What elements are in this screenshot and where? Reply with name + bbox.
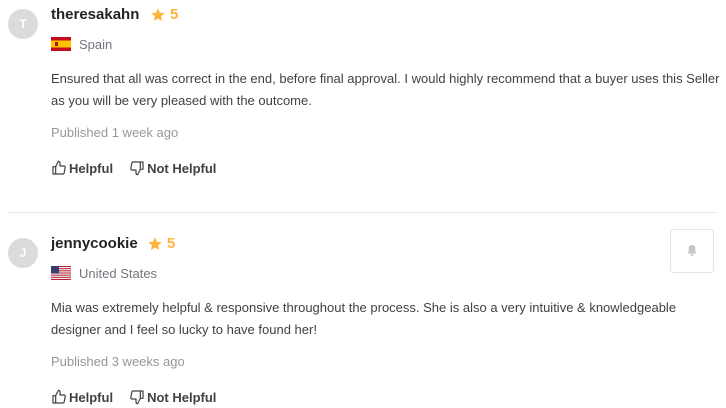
rating: 5 (150, 6, 178, 23)
helpful-row: Helpful Not Helpful (51, 160, 216, 176)
helpful-button[interactable]: Helpful (51, 389, 113, 405)
not-helpful-label: Not Helpful (147, 160, 217, 176)
published-date: Published 3 weeks ago (51, 354, 185, 369)
thumbs-up-icon (52, 389, 66, 404)
thumbs-down-icon (130, 390, 144, 405)
rating-value: 5 (170, 6, 179, 23)
username[interactable]: theresakahn (51, 6, 139, 23)
avatar-letter: J (19, 246, 27, 260)
thumbs-up-icon (52, 160, 66, 175)
rating: 5 (147, 235, 175, 252)
helpful-label: Helpful (69, 160, 114, 176)
star-icon (151, 7, 165, 21)
helpful-label: Helpful (69, 389, 114, 405)
not-helpful-button[interactable]: Not Helpful (129, 160, 216, 176)
floating-side-button[interactable] (670, 229, 714, 273)
avatar[interactable]: J (8, 238, 38, 268)
star-icon (148, 236, 162, 250)
not-helpful-button[interactable]: Not Helpful (129, 389, 216, 405)
us-flag-icon (51, 266, 71, 280)
divider (7, 212, 717, 213)
country-name: United States (79, 266, 158, 281)
published-date: Published 1 week ago (51, 125, 179, 140)
helpful-button[interactable]: Helpful (51, 160, 113, 176)
username[interactable]: jennycookie (51, 235, 138, 252)
not-helpful-label: Not Helpful (147, 389, 217, 405)
avatar-letter: T (19, 17, 27, 31)
country-name: Spain (79, 37, 113, 52)
rating-value: 5 (167, 235, 176, 252)
review-text: Mia was extremely helpful & responsive t… (51, 300, 677, 337)
review-text: Ensured that all was correct in the end,… (51, 71, 720, 108)
helpful-row: Helpful Not Helpful (51, 389, 216, 405)
spain-flag-icon (51, 37, 71, 51)
bell-icon (687, 245, 697, 256)
thumbs-down-icon (130, 161, 144, 176)
avatar[interactable]: T (8, 9, 38, 39)
